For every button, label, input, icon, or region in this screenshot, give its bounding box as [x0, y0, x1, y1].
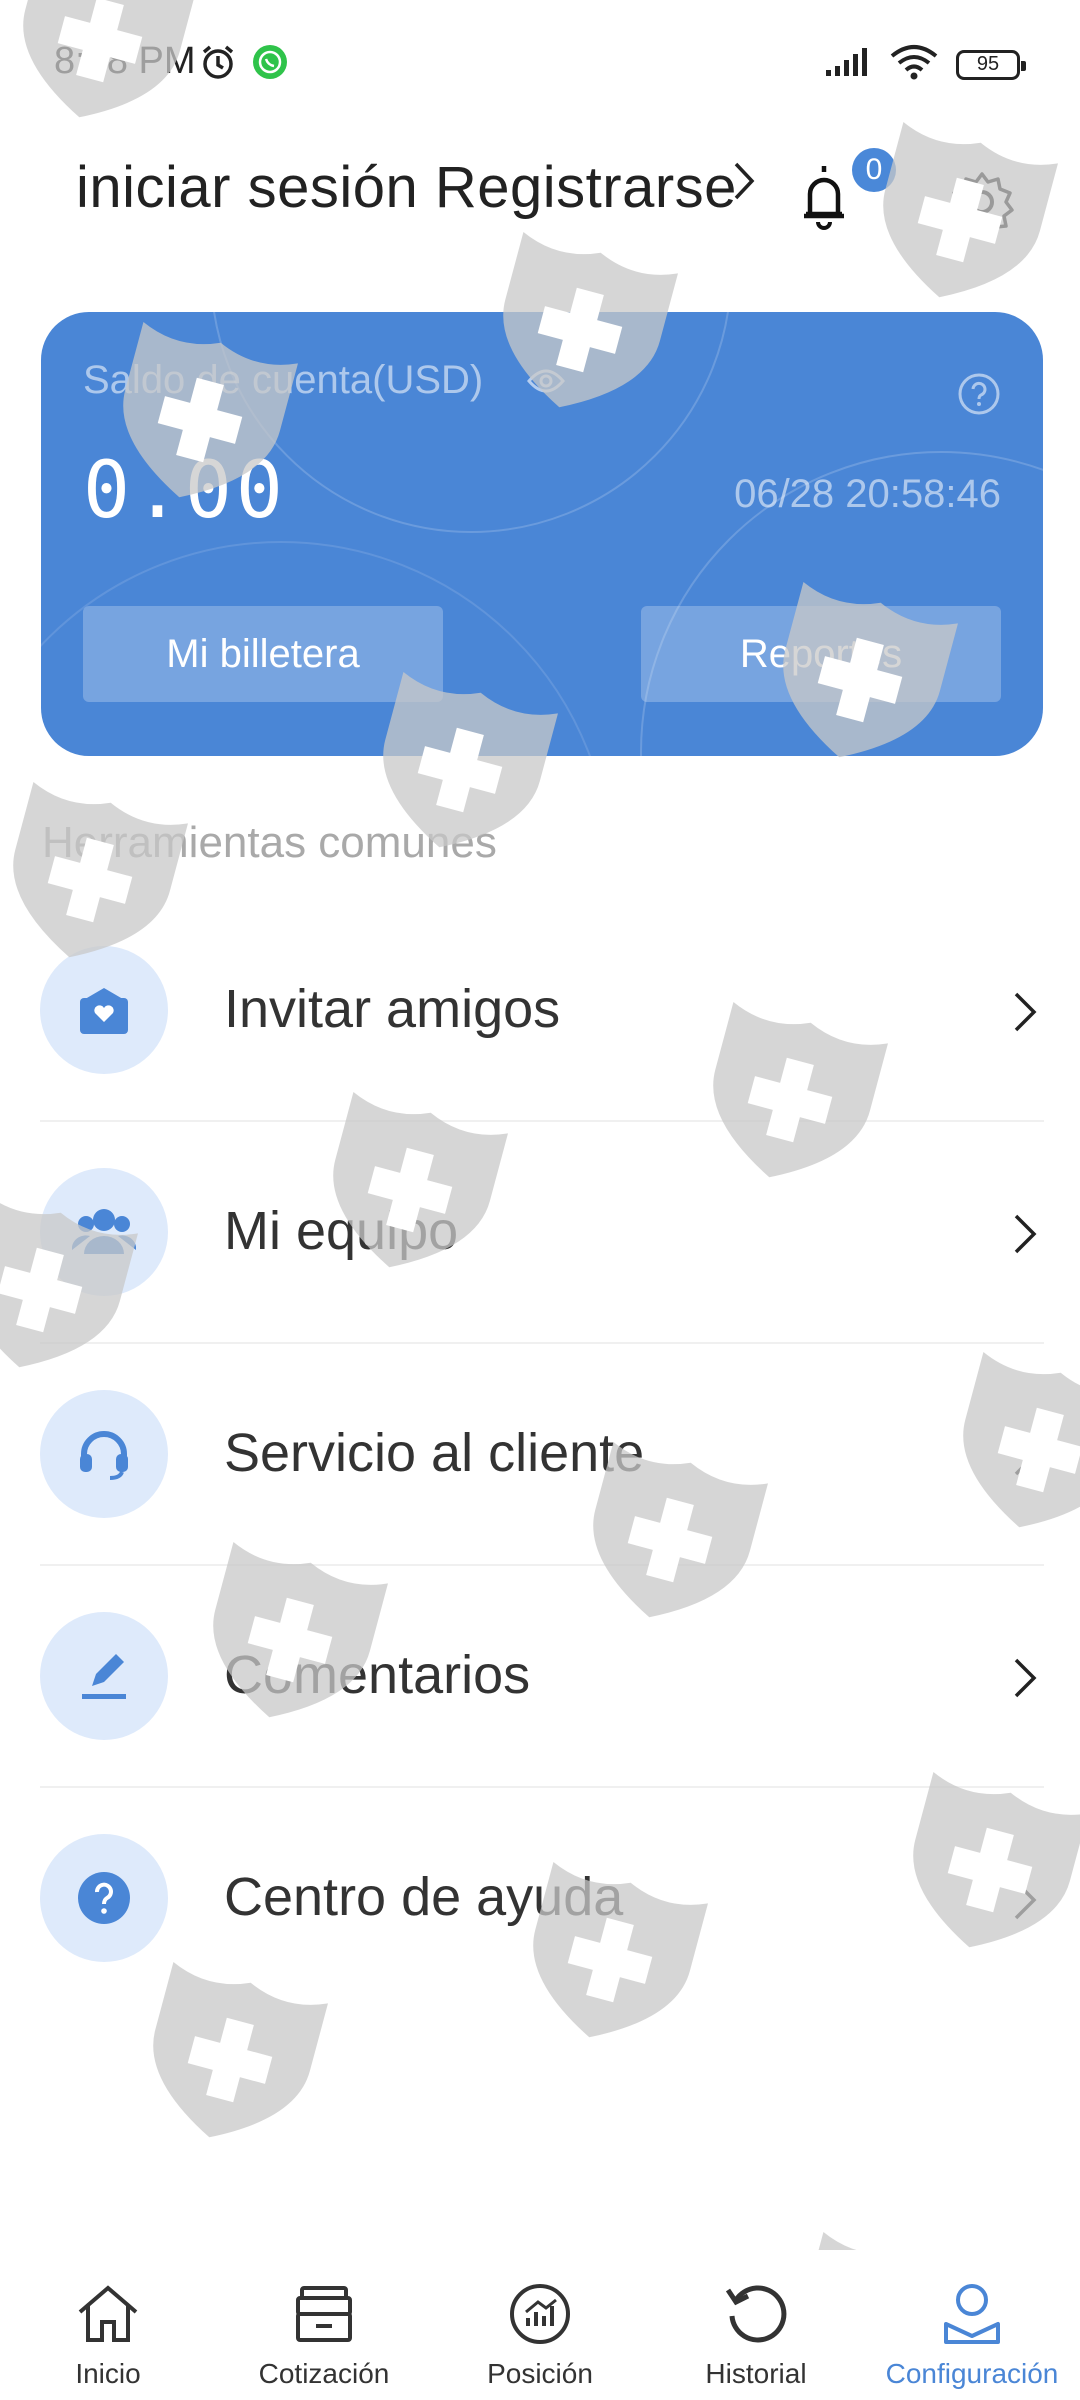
- menu-item-label: Comentarios: [224, 1645, 531, 1705]
- nav-label: Posición: [487, 2358, 593, 2389]
- wifi-icon: [890, 44, 938, 85]
- eye-icon[interactable]: [527, 368, 565, 399]
- menu-item-my-team[interactable]: Mi equipo: [40, 1122, 1044, 1344]
- menu-item-label: Mi equipo: [224, 1201, 459, 1261]
- nav-label: Cotización: [258, 2358, 390, 2389]
- notification-bell-icon[interactable]: [794, 160, 854, 240]
- nav-item-quotes[interactable]: Cotización: [216, 2250, 432, 2400]
- pen-icon: [40, 1612, 168, 1740]
- whatsapp-icon: [252, 44, 288, 85]
- battery-icon: 95: [956, 49, 1026, 80]
- settings-profile-icon: [936, 2278, 1008, 2350]
- menu-item-help-center[interactable]: Centro de ayuda: [40, 1788, 1044, 2010]
- nav-item-settings[interactable]: Configuración: [864, 2250, 1080, 2400]
- notification-badge: 0: [852, 148, 896, 192]
- status-bar: 8:58 PM 95: [0, 0, 1080, 130]
- nav-label: Historial: [705, 2358, 807, 2389]
- bottom-nav: Inicio Cotización Posición Historial Con…: [0, 2250, 1080, 2400]
- menu-item-customer-service[interactable]: Servicio al cliente: [40, 1344, 1044, 1566]
- chevron-right-icon[interactable]: [730, 156, 760, 211]
- signal-icon: [824, 46, 872, 83]
- chevron-right-icon: [1012, 1656, 1038, 1705]
- chevron-right-icon: [1012, 1434, 1038, 1483]
- chevron-right-icon: [1012, 990, 1038, 1039]
- team-icon: [40, 1168, 168, 1296]
- header: iniciar sesión Registrarse 0: [0, 130, 1080, 260]
- nav-item-home[interactable]: Inicio: [0, 2250, 216, 2400]
- balance-card: Saldo de cuenta(USD) 0.00 06/28 20:58:46…: [41, 312, 1043, 756]
- menu-item-feedback[interactable]: Comentarios: [40, 1566, 1044, 1788]
- menu-item-label: Servicio al cliente: [224, 1423, 645, 1483]
- section-title: Herramientas comunes: [42, 818, 497, 867]
- nav-label: Inicio: [75, 2358, 141, 2389]
- menu-item-invite-friends[interactable]: Invitar amigos: [40, 900, 1044, 1122]
- menu-item-label: Centro de ayuda: [224, 1867, 624, 1927]
- my-wallet-button[interactable]: Mi billetera: [83, 606, 443, 702]
- quote-icon: [288, 2278, 360, 2350]
- nav-label: Configuración: [885, 2358, 1059, 2389]
- position-icon: [504, 2278, 576, 2350]
- login-register-link[interactable]: iniciar sesión Registrarse: [76, 154, 737, 221]
- alarm-icon: [198, 42, 238, 87]
- nav-item-history[interactable]: Historial: [648, 2250, 864, 2400]
- chevron-right-icon: [1012, 1878, 1038, 1927]
- balance-timestamp: 06/28 20:58:46: [734, 472, 1001, 516]
- balance-label: Saldo de cuenta(USD): [83, 358, 484, 402]
- nav-item-position[interactable]: Posición: [432, 2250, 648, 2400]
- reports-button[interactable]: Reportes: [641, 606, 1001, 702]
- invite-icon: [40, 946, 168, 1074]
- history-icon: [720, 2278, 792, 2350]
- gear-icon[interactable]: [950, 170, 1014, 239]
- status-time: 8:58 PM: [54, 40, 196, 82]
- balance-amount: 0.00: [83, 446, 287, 536]
- chevron-right-icon: [1012, 1212, 1038, 1261]
- battery-level: 95: [976, 53, 1000, 75]
- headset-icon: [40, 1390, 168, 1518]
- menu-item-label: Invitar amigos: [224, 979, 561, 1039]
- home-icon: [72, 2278, 144, 2350]
- help-icon: [40, 1834, 168, 1962]
- question-circle-icon[interactable]: [957, 372, 1001, 421]
